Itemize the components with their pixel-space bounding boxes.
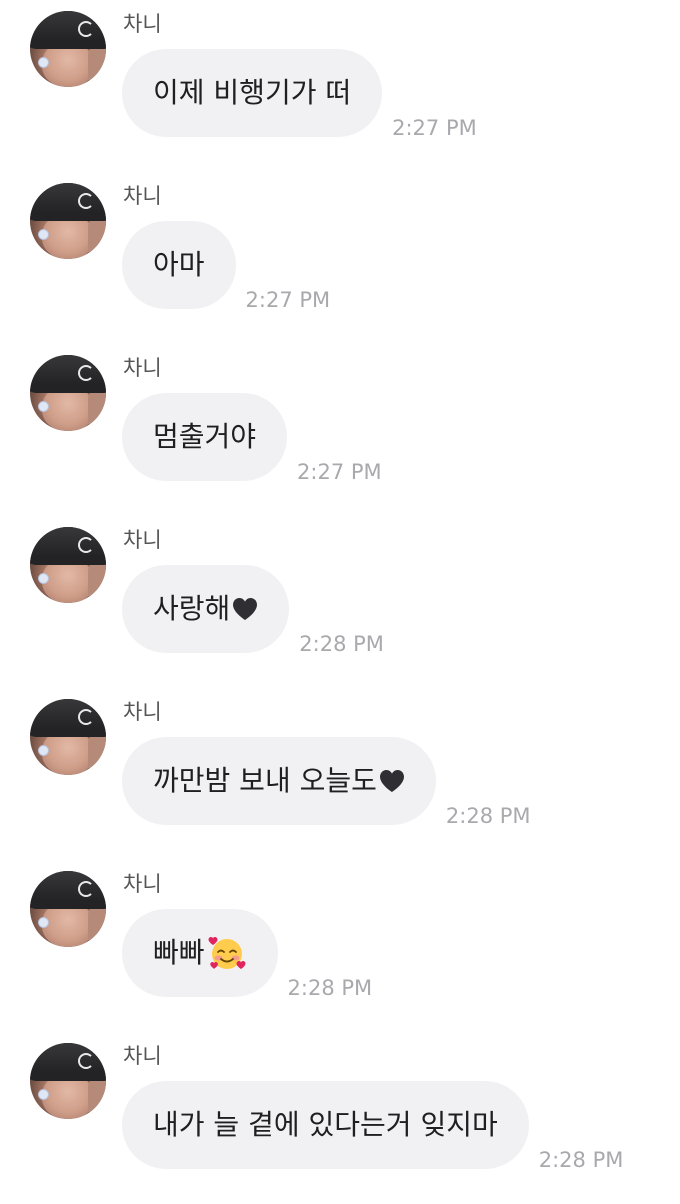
message-text: 이제 비행기가 떠 — [153, 76, 352, 109]
message-timestamp: 2:28 PM — [538, 1148, 624, 1172]
avatar[interactable] — [30, 699, 106, 775]
avatar[interactable] — [30, 1043, 106, 1119]
avatar-cap — [30, 699, 106, 737]
sender-name: 차니 — [123, 872, 162, 896]
face-sticker-icon — [38, 401, 49, 412]
message-text: 빠빠 — [153, 936, 205, 969]
message-content: 빠빠 2:28 PM — [122, 909, 372, 1000]
face-sticker-icon — [38, 229, 49, 240]
avatar-cap — [30, 11, 106, 49]
message-row: 차니 사랑해 2:28 PM — [0, 516, 680, 688]
message-content: 멈출거야 2:27 PM — [122, 393, 382, 484]
face-sticker-icon — [38, 573, 49, 584]
message-row: 차니 아마 2:27 PM — [0, 172, 680, 344]
cap-logo-icon — [78, 1053, 94, 1069]
avatar-hand — [88, 217, 106, 259]
message-timestamp: 2:28 PM — [299, 632, 384, 656]
black-heart-icon — [379, 770, 404, 792]
chat-message-list: 차니 이제 비행기가 떠 2:27 PM 차니 아마 2:27 PM 차니 멈출… — [0, 0, 680, 1200]
sender-name: 차니 — [123, 528, 162, 552]
avatar-cap — [30, 1043, 106, 1081]
sender-name: 차니 — [123, 700, 162, 724]
avatar[interactable] — [30, 355, 106, 431]
message-timestamp: 2:27 PM — [392, 116, 477, 140]
message-text: 내가 늘 곁에 있다는거 잊지마 — [153, 1108, 498, 1141]
avatar-hand — [88, 1077, 106, 1119]
face-sticker-icon — [38, 917, 49, 928]
avatar-hand — [88, 561, 106, 603]
face-sticker-icon — [38, 57, 49, 68]
avatar[interactable] — [30, 11, 106, 87]
avatar-hand — [88, 905, 106, 947]
message-content: 사랑해 2:28 PM — [122, 565, 384, 656]
sender-name: 차니 — [123, 184, 162, 208]
avatar[interactable] — [30, 183, 106, 259]
message-row: 차니 이제 비행기가 떠 2:27 PM — [0, 0, 680, 172]
cap-logo-icon — [78, 537, 94, 553]
message-content: 내가 늘 곁에 있다는거 잊지마 2:28 PM — [122, 1081, 623, 1172]
black-heart-icon — [233, 598, 258, 620]
message-bubble[interactable]: 빠빠 — [122, 909, 278, 997]
message-timestamp: 2:27 PM — [245, 288, 331, 312]
message-row: 차니 멈출거야 2:27 PM — [0, 344, 680, 516]
message-content: 아마 2:27 PM — [122, 221, 330, 312]
avatar-hand — [88, 733, 106, 775]
message-bubble[interactable]: 아마 — [122, 221, 236, 309]
message-timestamp: 2:28 PM — [287, 976, 373, 1000]
cap-logo-icon — [78, 709, 94, 725]
message-content: 까만밤 보내 오늘도 2:28 PM — [122, 737, 531, 828]
message-bubble[interactable]: 이제 비행기가 떠 — [122, 49, 383, 137]
message-text: 사랑해 — [153, 592, 231, 625]
message-bubble[interactable]: 까만밤 보내 오늘도 — [122, 737, 436, 825]
avatar[interactable] — [30, 871, 106, 947]
message-bubble[interactable]: 내가 늘 곁에 있다는거 잊지마 — [122, 1081, 529, 1169]
message-row: 차니 내가 늘 곁에 있다는거 잊지마 2:28 PM — [0, 1032, 680, 1204]
smiling-face-with-hearts-icon — [208, 937, 246, 969]
avatar-cap — [30, 871, 106, 909]
message-row: 차니 까만밤 보내 오늘도 2:28 PM — [0, 688, 680, 860]
message-text: 까만밤 보내 오늘도 — [153, 764, 377, 797]
message-text: 멈출거야 — [153, 420, 257, 453]
message-bubble[interactable]: 멈출거야 — [122, 393, 288, 481]
cap-logo-icon — [78, 881, 94, 897]
avatar-cap — [30, 355, 106, 393]
sender-name: 차니 — [123, 356, 162, 380]
message-timestamp: 2:27 PM — [297, 460, 382, 484]
avatar-cap — [30, 183, 106, 221]
message-bubble[interactable]: 사랑해 — [122, 565, 290, 653]
cap-logo-icon — [78, 21, 94, 37]
cap-logo-icon — [78, 193, 94, 209]
message-timestamp: 2:28 PM — [445, 804, 531, 828]
avatar[interactable] — [30, 527, 106, 603]
cap-logo-icon — [78, 365, 94, 381]
sender-name: 차니 — [123, 1044, 162, 1068]
message-content: 이제 비행기가 떠 2:27 PM — [122, 49, 477, 140]
avatar-hand — [88, 45, 106, 87]
avatar-cap — [30, 527, 106, 565]
face-sticker-icon — [38, 1089, 49, 1100]
face-sticker-icon — [38, 745, 49, 756]
message-row: 차니 빠빠 2:28 PM — [0, 860, 680, 1032]
message-text: 아마 — [153, 248, 205, 281]
sender-name: 차니 — [123, 12, 162, 36]
avatar-hand — [88, 389, 106, 431]
